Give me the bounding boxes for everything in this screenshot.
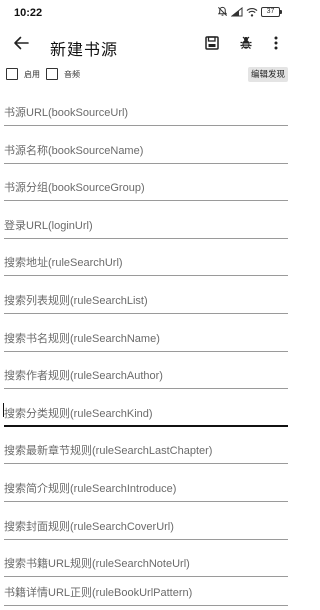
field-hint: 搜索简介规则(ruleSearchIntroduce) xyxy=(4,483,177,495)
bug-icon xyxy=(239,36,253,55)
field-hint: 搜索封面规则(ruleSearchCoverUrl) xyxy=(4,520,174,533)
more-vert-icon xyxy=(274,36,278,55)
field-hint: 搜索分类规则(ruleSearchKind) xyxy=(4,407,153,420)
field-login-url[interactable]: 登录URL(loginUrl) xyxy=(0,211,292,243)
field-book-source-name[interactable]: 书源名称(bookSourceName) xyxy=(0,136,292,168)
field-rule-search-last-chapter[interactable]: 搜索最新章节规则(ruleSearchLastChapter) xyxy=(0,436,292,468)
back-arrow-icon xyxy=(13,35,29,56)
field-hint: 书源URL(bookSourceUrl) xyxy=(4,107,129,119)
field-rule-search-kind[interactable]: 搜索分类规则(ruleSearchKind) xyxy=(0,399,292,431)
field-underline xyxy=(4,388,288,390)
enable-checkbox-box[interactable] xyxy=(6,68,18,80)
wifi-icon xyxy=(246,7,258,17)
field-rule-search-name[interactable]: 搜索书名规则(ruleSearchName) xyxy=(0,324,292,356)
field-rule-search-cover-url[interactable]: 搜索封面规则(ruleSearchCoverUrl) xyxy=(0,512,292,544)
field-underline xyxy=(4,350,288,352)
options-row: 启用 音频 编辑发现 xyxy=(0,66,292,86)
mute-icon xyxy=(217,6,228,17)
status-time: 10:22 xyxy=(14,7,43,19)
audio-checkbox[interactable]: 音频 xyxy=(46,68,80,80)
signal-icon xyxy=(231,6,243,17)
edit-discover-button[interactable]: 编辑发现 xyxy=(247,67,288,82)
enable-checkbox-label: 启用 xyxy=(24,69,40,79)
more-options-button[interactable] xyxy=(264,33,288,57)
field-rule-search-list[interactable]: 搜索列表规则(ruleSearchList) xyxy=(0,286,292,318)
save-icon xyxy=(205,35,219,55)
field-hint: 书源分组(bookSourceGroup) xyxy=(4,182,145,195)
field-underline xyxy=(4,501,288,502)
enable-checkbox[interactable]: 启用 xyxy=(6,68,40,80)
field-book-source-url[interactable]: 书源URL(bookSourceUrl) xyxy=(0,98,292,130)
field-underline xyxy=(4,605,288,606)
field-hint: 搜索最新章节规则(ruleSearchLastChapter) xyxy=(4,445,213,458)
field-book-source-group[interactable]: 书源分组(bookSourceGroup) xyxy=(0,173,292,205)
audio-checkbox-label: 音频 xyxy=(64,69,80,79)
toolbar: 新建书源 xyxy=(0,28,292,62)
field-rule-search-url[interactable]: 搜索地址(ruleSearchUrl) xyxy=(0,248,292,280)
field-underline xyxy=(4,313,288,314)
field-underline xyxy=(4,125,288,126)
field-hint: 搜索书名规则(ruleSearchName) xyxy=(4,332,160,345)
field-underline xyxy=(4,424,288,427)
field-rule-book-url-pattern[interactable]: 书籍详情URL正则(ruleBookUrlPattern) xyxy=(0,578,292,610)
field-rule-search-introduce[interactable]: 搜索简介规则(ruleSearchIntroduce) xyxy=(0,474,292,506)
back-button[interactable] xyxy=(9,33,33,57)
save-button[interactable] xyxy=(200,33,224,57)
field-hint: 书籍详情URL正则(ruleBookUrlPattern) xyxy=(4,587,193,599)
field-hint: 搜索作者规则(ruleSearchAuthor) xyxy=(4,370,163,383)
field-hint: 书源名称(bookSourceName) xyxy=(4,144,144,157)
field-rule-search-author[interactable]: 搜索作者规则(ruleSearchAuthor) xyxy=(0,361,292,393)
field-underline xyxy=(4,237,288,239)
field-underline xyxy=(4,463,288,465)
audio-checkbox-box[interactable] xyxy=(46,68,58,80)
page-title: 新建书源 xyxy=(50,42,119,59)
field-underline xyxy=(4,162,288,164)
status-bar: 10:22 37 xyxy=(0,0,292,28)
status-icons: 37 xyxy=(217,6,282,17)
field-underline xyxy=(4,538,288,540)
field-underline xyxy=(4,275,288,277)
battery-icon: 37 xyxy=(261,6,282,17)
field-hint: 搜索列表规则(ruleSearchList) xyxy=(4,295,148,307)
field-hint: 搜索地址(ruleSearchUrl) xyxy=(4,257,123,270)
field-hint: 搜索书籍URL规则(ruleSearchNoteUrl) xyxy=(4,558,190,571)
field-hint: 登录URL(loginUrl) xyxy=(4,219,93,232)
debug-button[interactable] xyxy=(234,33,258,57)
field-rule-search-note-url[interactable]: 搜索书籍URL规则(ruleSearchNoteUrl) xyxy=(0,549,292,581)
field-underline xyxy=(4,200,288,202)
